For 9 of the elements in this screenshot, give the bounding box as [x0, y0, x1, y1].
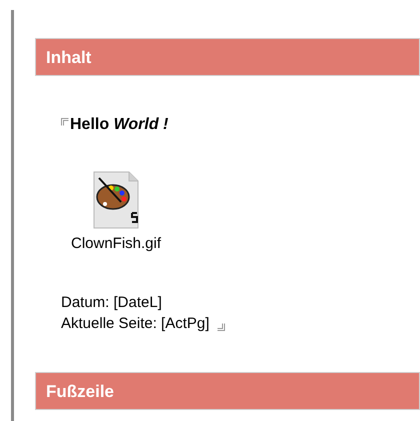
file-name: ClownFish.gif: [70, 235, 162, 252]
section-header: Fußzeile: [35, 372, 420, 410]
image-file-icon: [91, 170, 141, 230]
text-line: Aktuelle Seite: [ActPg]: [61, 314, 210, 334]
heading-text: Hello World !: [70, 116, 168, 134]
text-line: Datum: [DateL]: [61, 293, 162, 313]
section-header: Inhalt: [35, 38, 420, 76]
end-mark-icon: [217, 323, 226, 331]
start-mark-icon: [61, 118, 69, 126]
